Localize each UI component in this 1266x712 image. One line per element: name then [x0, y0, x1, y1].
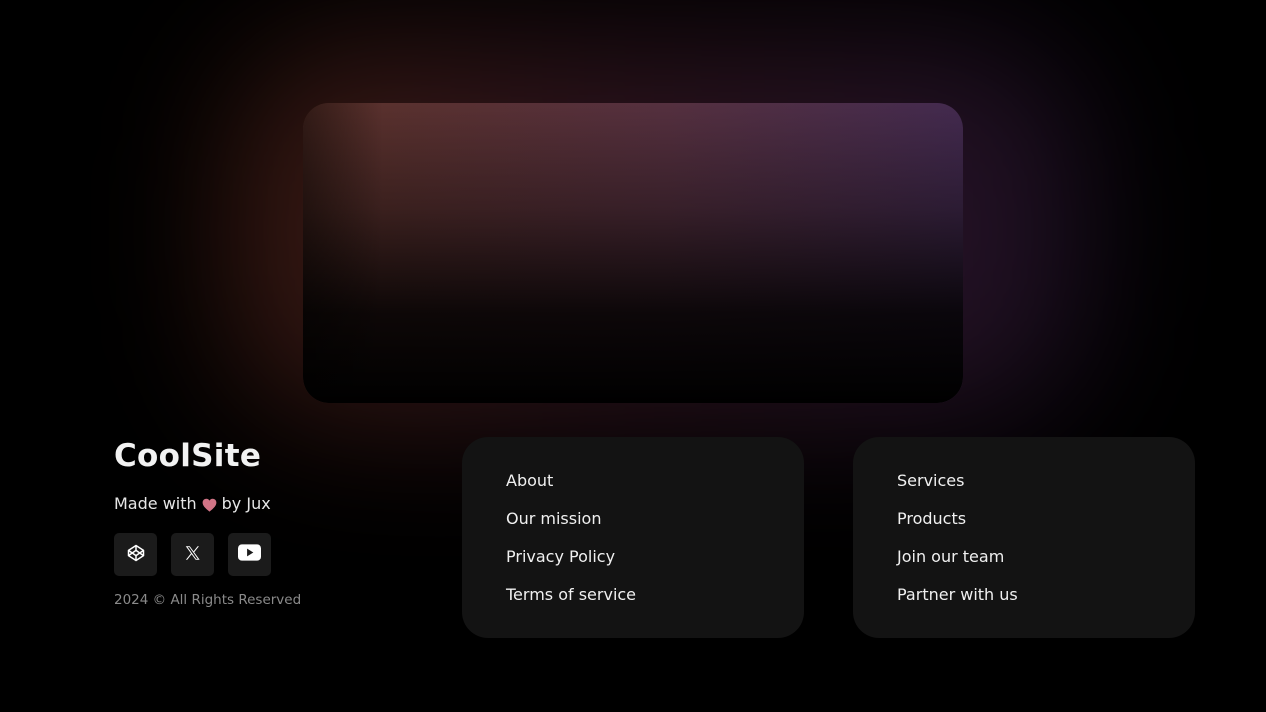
footer-links-services: Services Products Join our team Partner … — [853, 437, 1195, 638]
privacy-policy-link[interactable]: Privacy Policy — [506, 547, 615, 566]
hero-card — [303, 103, 963, 403]
made-with-line: Made with by Jux — [114, 494, 414, 514]
codepen-icon — [127, 544, 145, 566]
footer-link-item: Our mission — [506, 509, 804, 547]
partner-with-us-link[interactable]: Partner with us — [897, 585, 1018, 604]
page: CoolSite Made with by Jux 2024 © All Rig… — [0, 0, 1266, 712]
youtube-icon — [238, 544, 261, 565]
x-icon — [183, 544, 202, 566]
x-button[interactable] — [171, 533, 214, 576]
our-mission-link[interactable]: Our mission — [506, 509, 601, 528]
made-with-suffix: by Jux — [221, 494, 271, 513]
footer-link-item: About — [506, 471, 804, 509]
footer-link-item: Join our team — [897, 547, 1195, 585]
youtube-button[interactable] — [228, 533, 271, 576]
footer-link-item: Partner with us — [897, 585, 1195, 623]
heart-icon — [202, 497, 217, 512]
services-link[interactable]: Services — [897, 471, 964, 490]
site-title: CoolSite — [114, 438, 262, 474]
footer-link-item: Products — [897, 509, 1195, 547]
footer-link-item: Terms of service — [506, 585, 804, 623]
terms-of-service-link[interactable]: Terms of service — [506, 585, 636, 604]
footer-link-item: Privacy Policy — [506, 547, 804, 585]
made-with-prefix: Made with — [114, 494, 197, 513]
products-link[interactable]: Products — [897, 509, 966, 528]
join-our-team-link[interactable]: Join our team — [897, 547, 1004, 566]
social-links — [114, 533, 414, 576]
footer-link-item: Services — [897, 471, 1195, 509]
copyright-text: 2024 © All Rights Reserved — [114, 592, 302, 608]
codepen-button[interactable] — [114, 533, 157, 576]
footer-links-company: About Our mission Privacy Policy Terms o… — [462, 437, 804, 638]
about-link[interactable]: About — [506, 471, 553, 490]
footer-brand: CoolSite Made with by Jux 2024 © All Rig… — [114, 436, 414, 609]
